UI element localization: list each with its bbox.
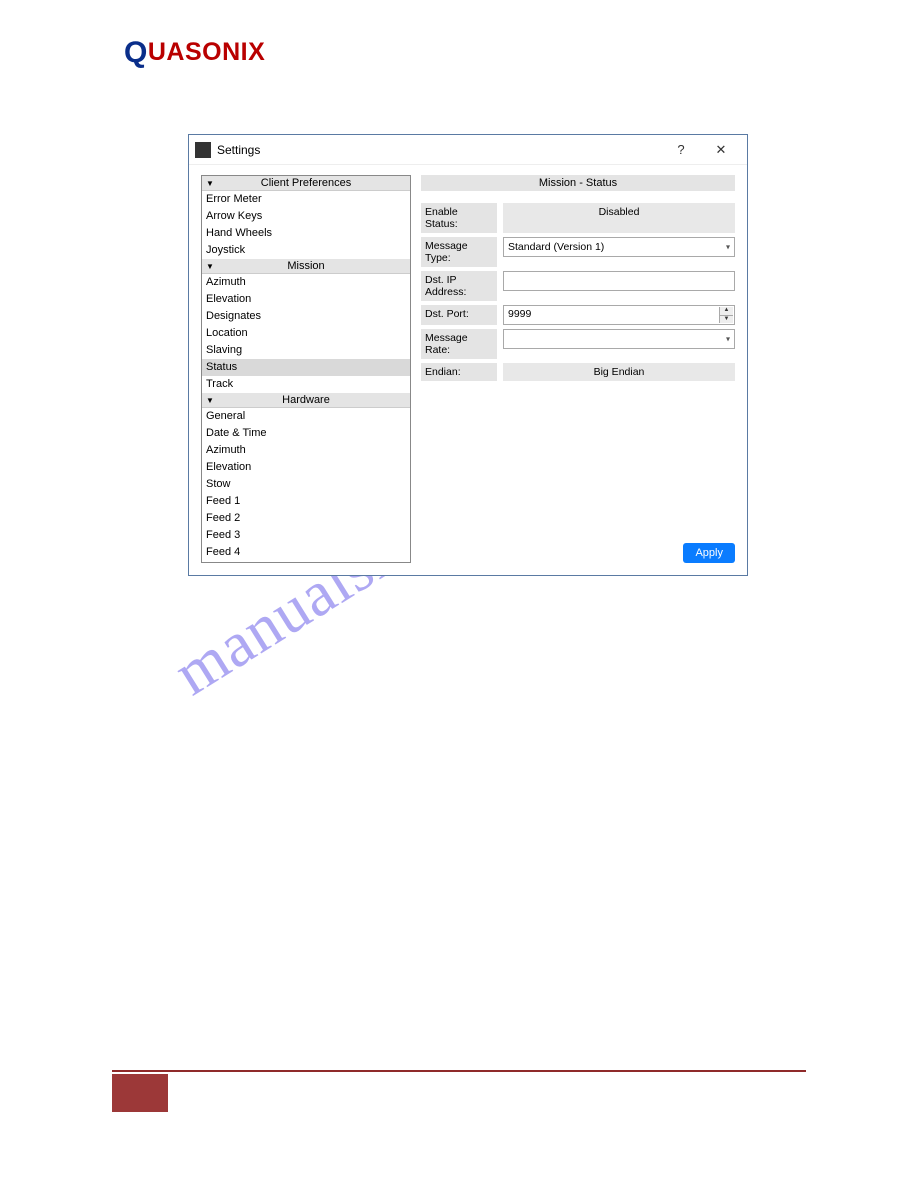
tree-section-mission[interactable]: ▼ Mission	[202, 259, 410, 274]
tree-item-designates[interactable]: Designates	[202, 308, 410, 325]
close-button[interactable]: ✕	[701, 142, 741, 158]
value-enable-status[interactable]: Disabled	[503, 203, 735, 233]
footer-rule	[112, 1070, 806, 1072]
section-label: Hardware	[282, 394, 330, 406]
input-dst-ip[interactable]	[503, 271, 735, 291]
tree-item-joystick[interactable]: Joystick	[202, 242, 410, 259]
row-enable-status: Enable Status: Disabled	[421, 203, 735, 233]
label-endian: Endian:	[421, 363, 497, 381]
tree-item-feed-2[interactable]: Feed 2	[202, 510, 410, 527]
logo-first-letter: Q	[124, 36, 148, 69]
tree-item-feed-4[interactable]: Feed 4	[202, 544, 410, 561]
tree-item-azimuth[interactable]: Azimuth	[202, 274, 410, 291]
tree-item-elevation[interactable]: Elevation	[202, 291, 410, 308]
section-label: Mission	[287, 260, 324, 272]
spinner-value: 9999	[508, 308, 531, 320]
label-message-type: Message Type:	[421, 237, 497, 267]
label-dst-ip: Dst. IP Address:	[421, 271, 497, 301]
tree-item-general[interactable]: General	[202, 408, 410, 425]
select-message-rate[interactable]: ▾	[503, 329, 735, 349]
chevron-down-icon: ▼	[206, 179, 214, 188]
label-dst-port: Dst. Port:	[421, 305, 497, 325]
tree-item-hand-wheels[interactable]: Hand Wheels	[202, 225, 410, 242]
tree-item-hw-elevation[interactable]: Elevation	[202, 459, 410, 476]
select-value: Standard (Version 1)	[508, 241, 604, 253]
tree-item-slaving[interactable]: Slaving	[202, 342, 410, 359]
tree-item-dehydrator[interactable]: Dehydrator	[202, 561, 410, 563]
row-endian: Endian: Big Endian	[421, 363, 735, 381]
label-enable-status: Enable Status:	[421, 203, 497, 233]
tree-item-arrow-keys[interactable]: Arrow Keys	[202, 208, 410, 225]
titlebar: Settings ? ✕	[189, 135, 747, 165]
footer-box	[112, 1074, 168, 1112]
tree-item-track[interactable]: Track	[202, 376, 410, 393]
row-message-rate: Message Rate: ▾	[421, 329, 735, 359]
spin-down-icon[interactable]: ▼	[720, 316, 733, 324]
settings-tree: ▼ Client Preferences Error Meter Arrow K…	[201, 175, 411, 563]
chevron-down-icon: ▼	[206, 262, 214, 271]
settings-dialog: Settings ? ✕ ▼ Client Preferences Error …	[188, 134, 748, 576]
logo-rest: uasonix	[148, 38, 265, 66]
value-endian[interactable]: Big Endian	[503, 363, 735, 381]
tree-item-stow[interactable]: Stow	[202, 476, 410, 493]
spinner-dst-port[interactable]: 9999 ▲ ▼	[503, 305, 735, 325]
tree-item-feed-3[interactable]: Feed 3	[202, 527, 410, 544]
tree-item-location[interactable]: Location	[202, 325, 410, 342]
panel-title: Mission - Status	[421, 175, 735, 191]
tree-section-client-preferences[interactable]: ▼ Client Preferences	[202, 176, 410, 191]
row-message-type: Message Type: Standard (Version 1) ▾	[421, 237, 735, 267]
app-icon	[195, 142, 211, 158]
tree-section-hardware[interactable]: ▼ Hardware	[202, 393, 410, 408]
row-dst-ip: Dst. IP Address:	[421, 271, 735, 301]
chevron-down-icon: ▾	[726, 243, 730, 252]
section-label: Client Preferences	[261, 177, 352, 189]
chevron-down-icon: ▾	[726, 335, 730, 344]
dialog-title: Settings	[217, 143, 260, 157]
help-button[interactable]: ?	[661, 142, 701, 157]
label-message-rate: Message Rate:	[421, 329, 497, 359]
tree-item-date-time[interactable]: Date & Time	[202, 425, 410, 442]
tree-item-status[interactable]: Status	[202, 359, 410, 376]
tree-item-feed-1[interactable]: Feed 1	[202, 493, 410, 510]
row-dst-port: Dst. Port: 9999 ▲ ▼	[421, 305, 735, 325]
tree-item-error-meter[interactable]: Error Meter	[202, 191, 410, 208]
chevron-down-icon: ▼	[206, 396, 214, 405]
brand-logo: Quasonix	[124, 36, 265, 70]
spin-up-icon[interactable]: ▲	[720, 307, 733, 316]
apply-button[interactable]: Apply	[683, 543, 735, 563]
tree-item-hw-azimuth[interactable]: Azimuth	[202, 442, 410, 459]
settings-panel: Mission - Status Enable Status: Disabled…	[421, 175, 735, 563]
select-message-type[interactable]: Standard (Version 1) ▾	[503, 237, 735, 257]
